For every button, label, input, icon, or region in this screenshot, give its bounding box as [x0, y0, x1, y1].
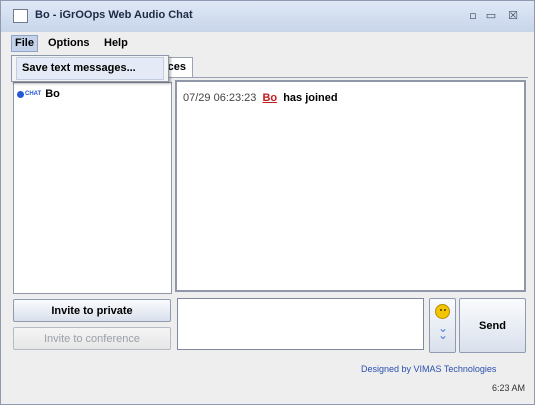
maximize-icon[interactable]: ▭	[485, 10, 497, 22]
message-time: 07/29 06:23:23	[183, 92, 257, 104]
chevron-down-icon: ⌄	[437, 328, 449, 342]
menu-item-save-text-messages[interactable]: Save text messages...	[16, 57, 164, 80]
user-list[interactable]: CHAT Bo	[13, 82, 172, 294]
chat-log[interactable]: 07/29 06:23:23 Bo has joined	[175, 80, 526, 292]
menu-help[interactable]: Help	[101, 36, 131, 51]
minimize-icon[interactable]: ▫	[467, 10, 479, 22]
emoticon-button[interactable]: ⌄ ⌄	[429, 298, 456, 353]
smiley-icon	[435, 304, 450, 319]
menu-bar: File Options Help	[1, 32, 534, 53]
file-menu-dropdown: Save text messages...	[11, 55, 169, 82]
menu-file[interactable]: File	[11, 35, 38, 52]
title-bar[interactable]: Bo - iGrOOps Web Audio Chat ▫ ▭ ☒	[1, 1, 534, 33]
app-window: Bo - iGrOOps Web Audio Chat ▫ ▭ ☒ File O…	[0, 0, 535, 405]
message-text: has joined	[283, 92, 338, 104]
clock-time: 6:23 AM	[492, 383, 526, 393]
list-item-user[interactable]: CHAT Bo	[17, 87, 60, 101]
message-user-link[interactable]: Bo	[262, 92, 277, 104]
menu-options[interactable]: Options	[45, 36, 93, 51]
user-name: Bo	[45, 88, 60, 101]
app-icon	[13, 9, 28, 23]
chat-status-tag: CHAT	[25, 91, 42, 98]
chat-status-icon	[17, 90, 24, 98]
invite-conference-button[interactable]: Invite to conference	[13, 327, 171, 350]
window-title: Bo - iGrOOps Web Audio Chat	[35, 9, 193, 21]
credit-link[interactable]: Designed by VIMAS Technologies	[361, 364, 496, 374]
message-input[interactable]	[177, 298, 424, 350]
close-icon[interactable]: ☒	[507, 10, 519, 22]
tab-label: ces	[167, 61, 186, 73]
send-button[interactable]: Send	[459, 298, 526, 353]
chat-message: 07/29 06:23:23 Bo has joined	[183, 92, 338, 104]
invite-private-button[interactable]: Invite to private	[13, 299, 171, 322]
